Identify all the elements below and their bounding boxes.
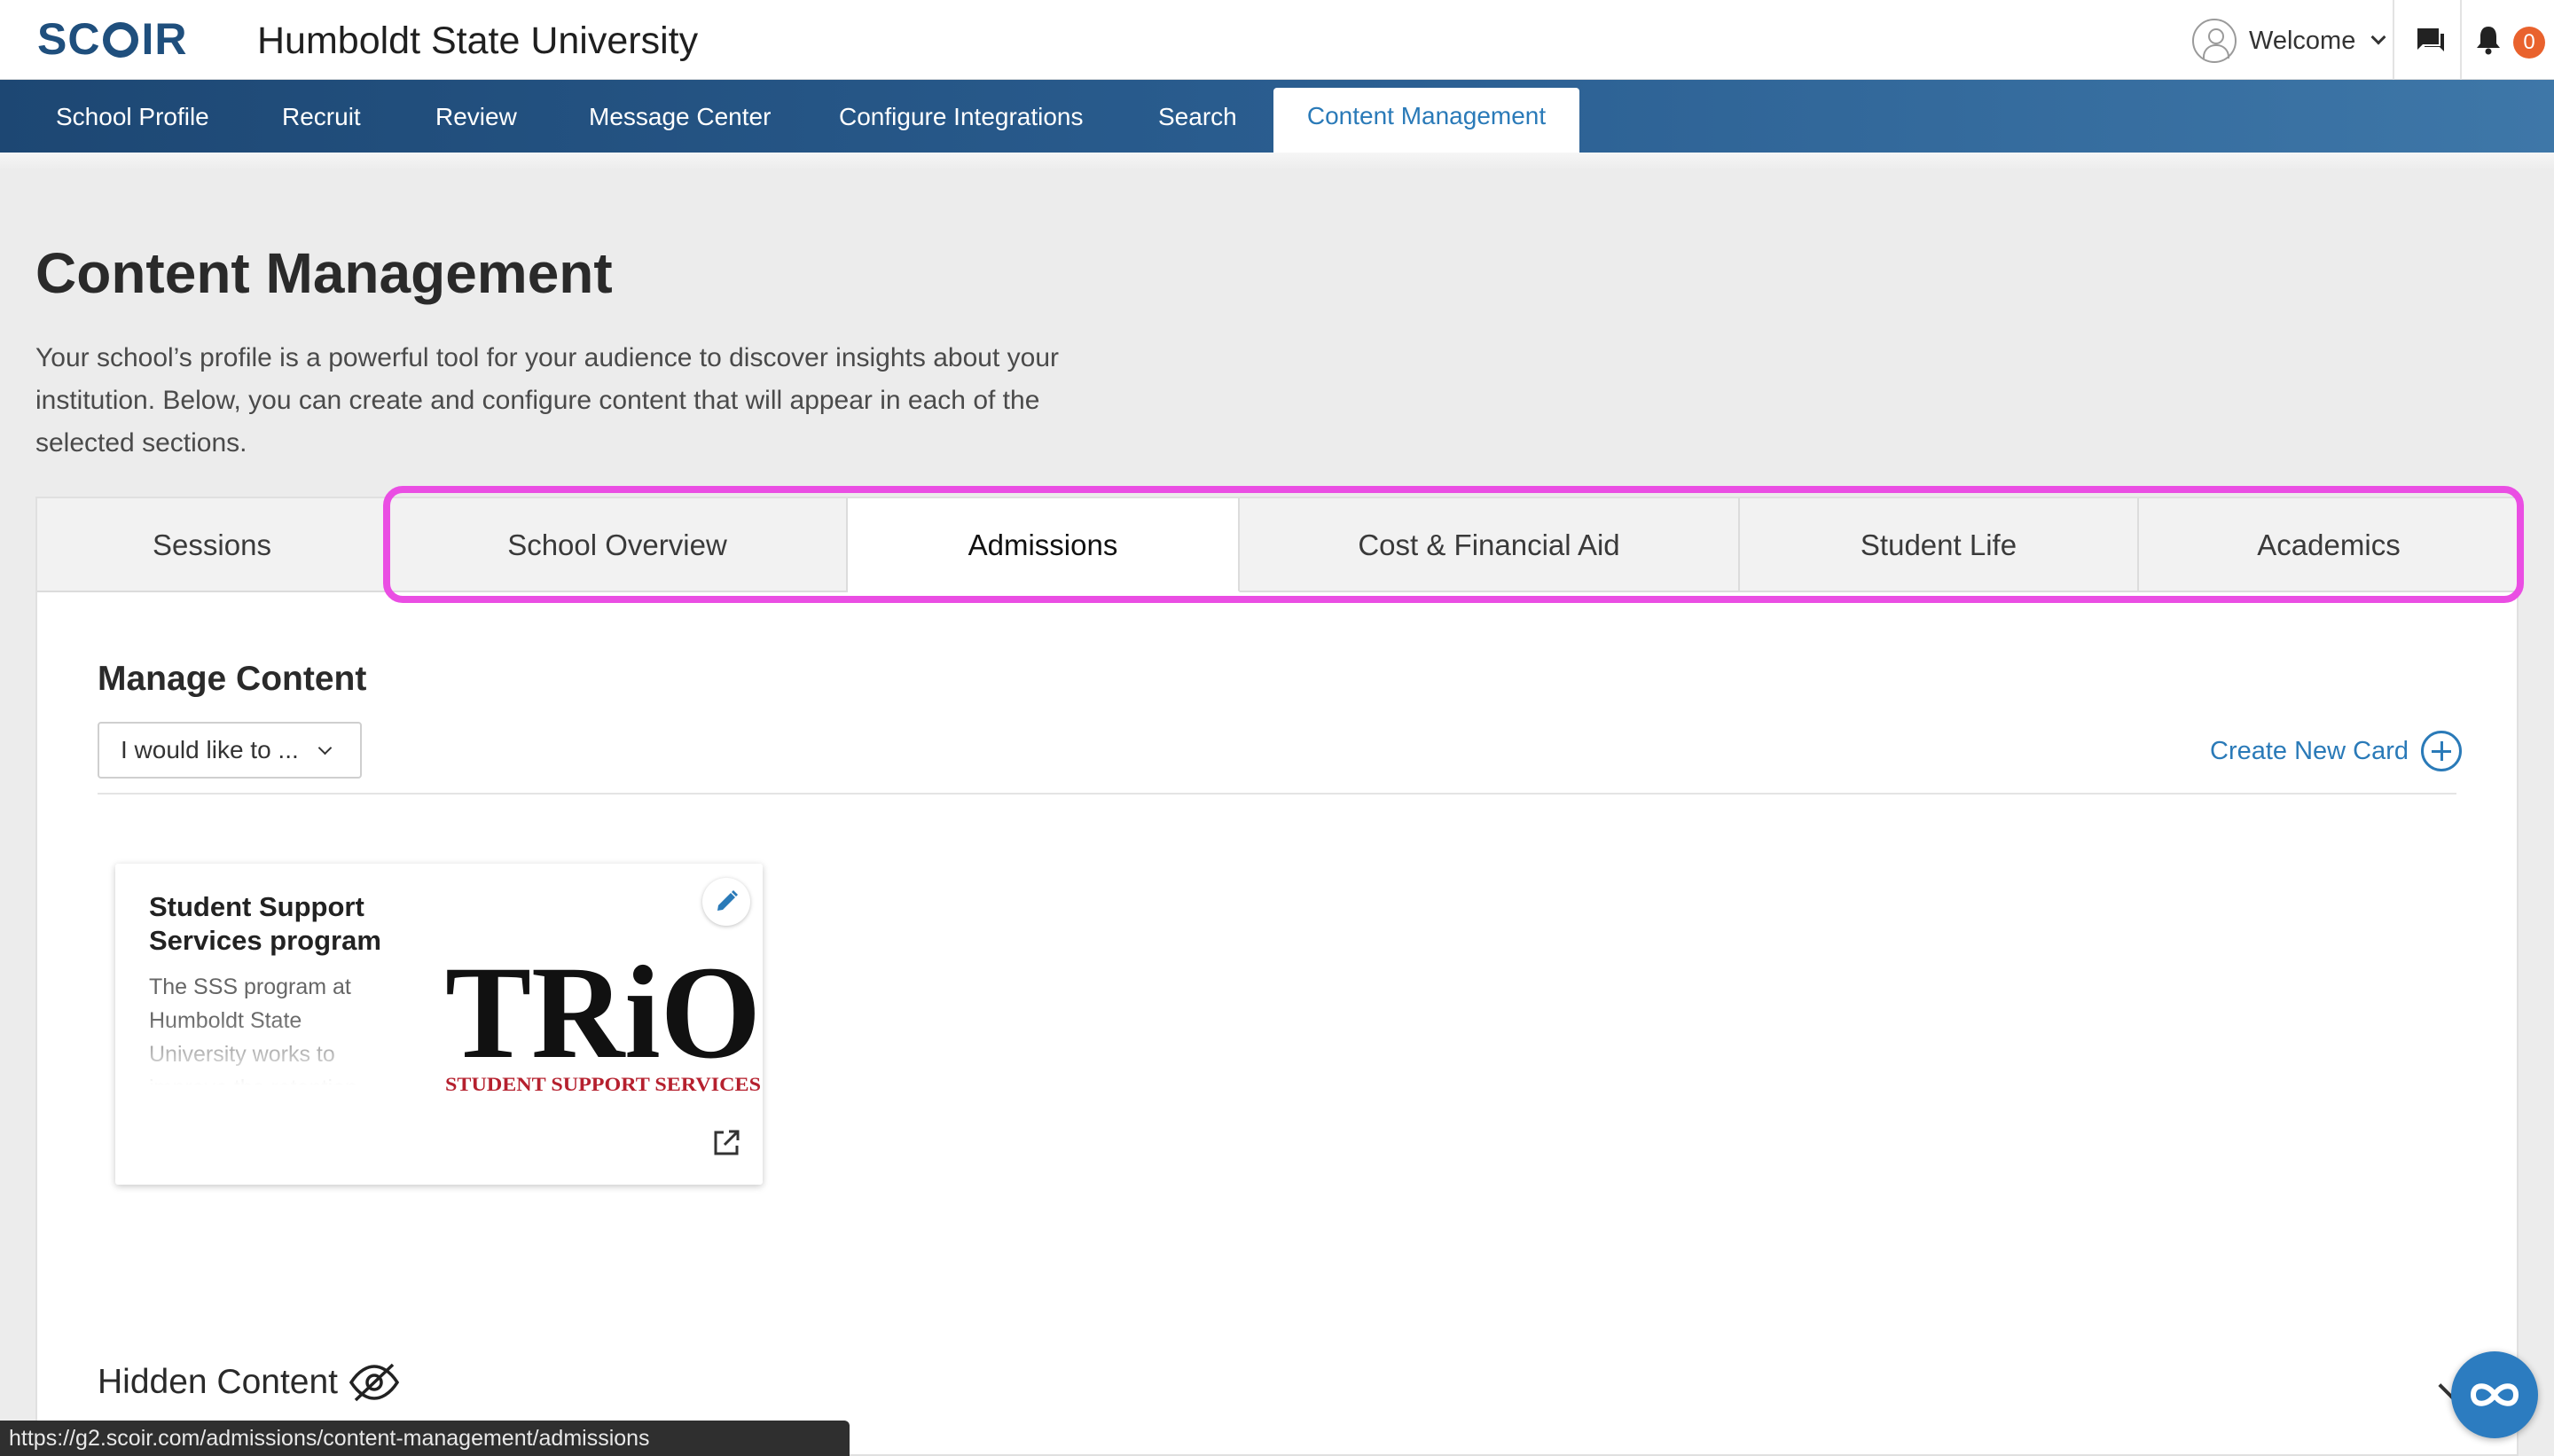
tab-cost-financial-aid[interactable]: Cost & Financial Aid	[1240, 498, 1740, 592]
trio-logo: TRiO STUDENT SUPPORT SERVICES	[445, 949, 761, 1095]
external-link-icon[interactable]	[711, 1128, 741, 1158]
bell-icon[interactable]	[2474, 25, 2503, 55]
nav-content-management[interactable]: Content Management	[1273, 88, 1579, 153]
create-new-card-button[interactable]: Create New Card	[2210, 729, 2463, 773]
logo-letters-s-c: SC	[37, 14, 101, 64]
logo-letters-i-r: IR	[141, 14, 188, 64]
user-avatar-icon	[2192, 19, 2237, 63]
plus-circle-icon	[2421, 731, 2463, 771]
hidden-content-header[interactable]: Hidden Content	[98, 1362, 400, 1403]
page-description: Your school’s profile is a powerful tool…	[35, 343, 1059, 458]
hidden-content-title: Hidden Content	[98, 1363, 339, 1401]
manage-content-title: Manage Content	[98, 660, 367, 698]
welcome-menu[interactable]: Welcome	[2192, 16, 2386, 66]
chevron-down-icon	[2370, 29, 2386, 45]
infinity-icon	[2470, 1383, 2519, 1406]
eye-slash-icon	[349, 1363, 400, 1402]
nav-review[interactable]: Review	[435, 80, 517, 153]
top-bar: SC IR Humboldt State University Welcome 0	[0, 0, 2554, 80]
top-divider	[2393, 0, 2394, 80]
create-new-card-label: Create New Card	[2210, 736, 2409, 765]
tab-student-life[interactable]: Student Life	[1740, 498, 2139, 592]
page-title: Content Management	[35, 241, 613, 305]
tab-academics[interactable]: Academics	[2139, 498, 2519, 592]
action-dropdown[interactable]: I would like to ...	[98, 722, 362, 779]
main-nav: School Profile Recruit Review Message Ce…	[0, 80, 2554, 153]
welcome-label: Welcome	[2249, 26, 2356, 55]
tab-sessions[interactable]: Sessions	[37, 498, 388, 592]
dropdown-label: I would like to ...	[121, 736, 299, 763]
nav-shadow	[0, 153, 2554, 170]
content-panel: Sessions School Overview Admissions Cost…	[35, 486, 2524, 1456]
school-name: Humboldt State University	[257, 20, 699, 62]
notification-badge[interactable]: 0	[2513, 27, 2545, 59]
edit-card-button[interactable]	[702, 878, 750, 926]
nav-configure-integrations[interactable]: Configure Integrations	[839, 80, 1084, 153]
card-title: Student Support Services program	[149, 891, 381, 956]
tab-school-overview[interactable]: School Overview	[388, 498, 848, 592]
chevron-down-icon	[317, 740, 333, 755]
section-divider	[98, 793, 2456, 795]
trio-logo-subtext: STUDENT SUPPORT SERVICES	[445, 1073, 761, 1095]
card-description: The SSS program at Humboldt State Univer…	[149, 975, 357, 1085]
tab-admissions[interactable]: Admissions	[848, 498, 1240, 592]
nav-search[interactable]: Search	[1158, 80, 1237, 153]
logo-o-ring	[103, 22, 139, 58]
pencil-icon	[717, 890, 738, 911]
messages-icon[interactable]	[2414, 27, 2446, 53]
status-url: https://g2.scoir.com/admissions/content-…	[0, 1421, 850, 1456]
nav-school-profile[interactable]: School Profile	[56, 80, 209, 153]
nav-recruit[interactable]: Recruit	[282, 80, 361, 153]
section-tabs: Sessions School Overview Admissions Cost…	[37, 498, 2520, 592]
top-divider	[2460, 0, 2462, 80]
trio-logo-text: TRiO	[445, 949, 761, 1086]
content-card[interactable]: Student Support Services program The SSS…	[115, 864, 763, 1185]
help-chat-button[interactable]	[2451, 1351, 2538, 1438]
scoir-logo[interactable]: SC IR	[37, 14, 187, 64]
nav-message-center[interactable]: Message Center	[589, 80, 771, 153]
